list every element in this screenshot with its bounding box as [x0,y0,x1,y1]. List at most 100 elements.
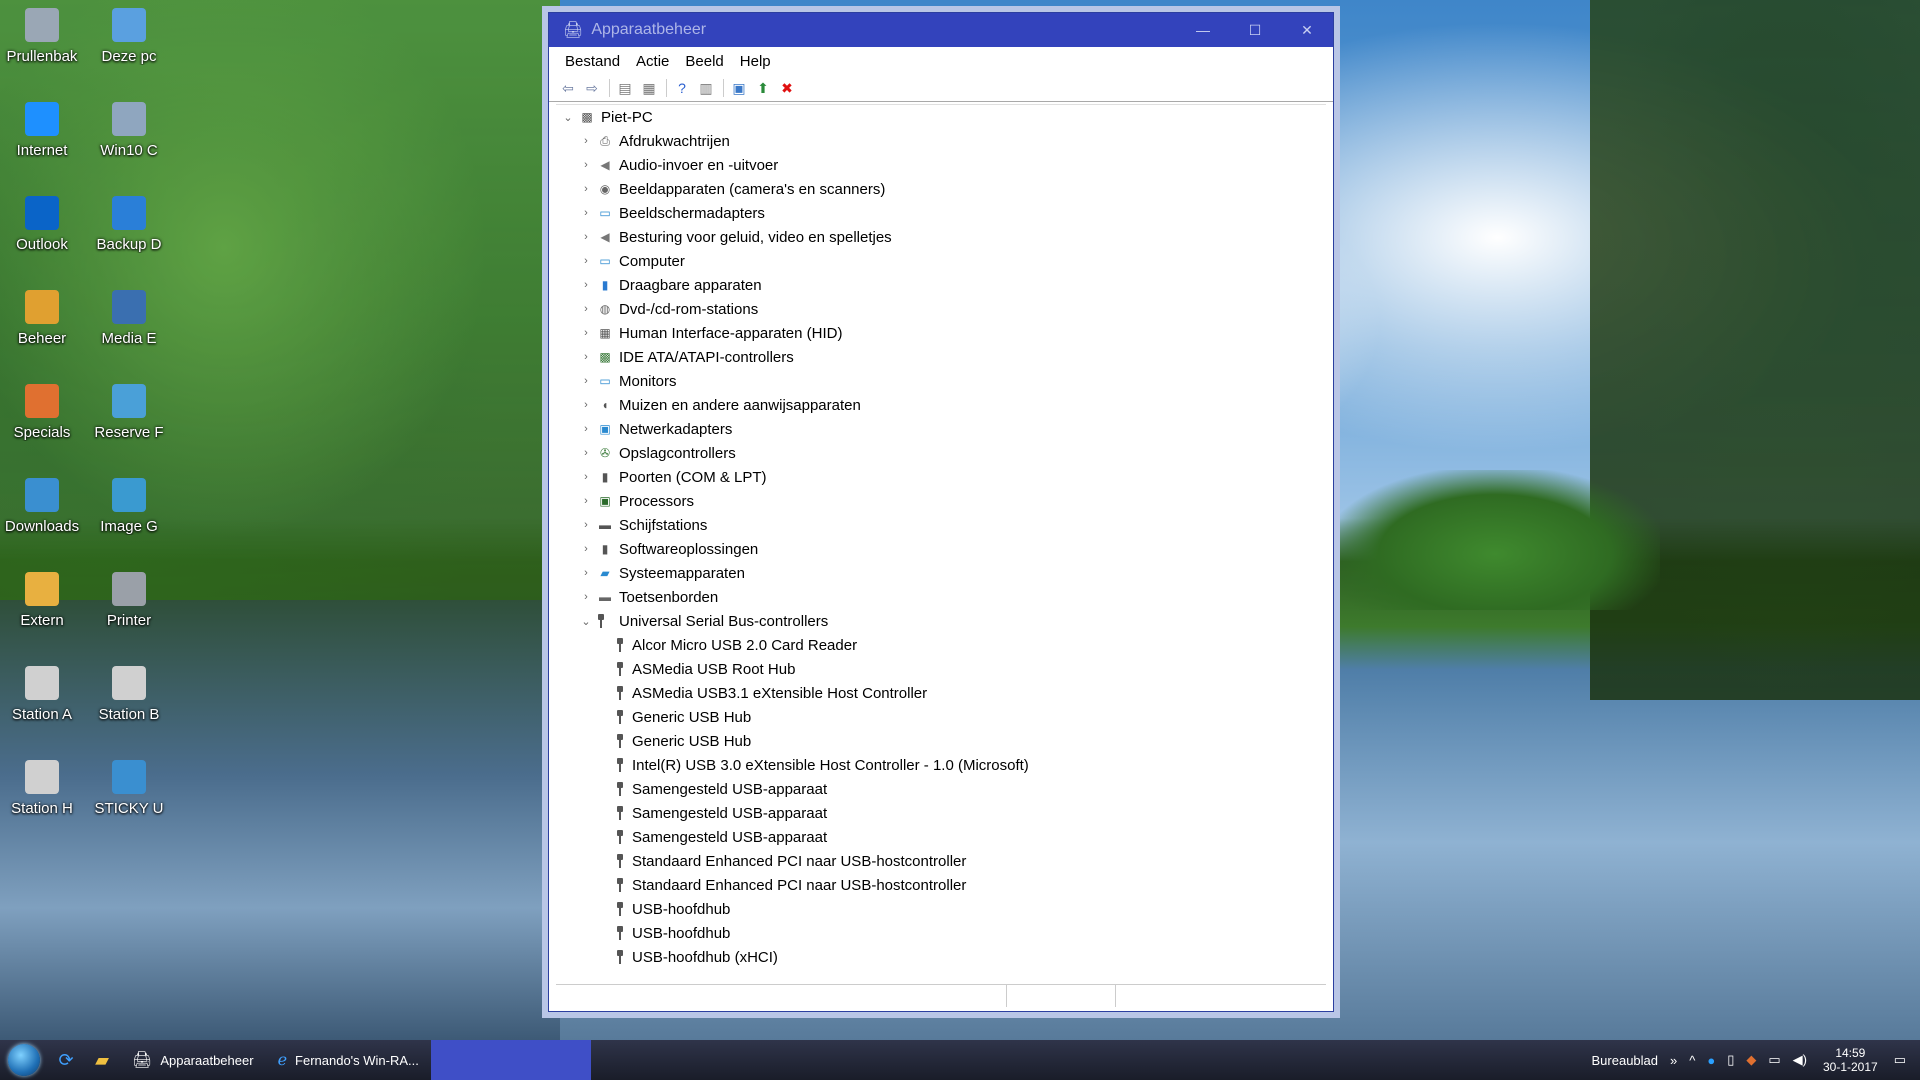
menu-help[interactable]: Help [732,53,779,70]
expand-arrow-icon[interactable]: › [578,159,594,171]
desktop-icon[interactable]: Extern [0,572,85,629]
tree-device[interactable]: USB-hoofdhub [556,897,1326,921]
tree-device[interactable]: Samengesteld USB-apparaat [556,825,1326,849]
tree-category[interactable]: › ◉ Beeldapparaten (camera's en scanners… [556,177,1326,201]
expand-arrow-icon[interactable]: › [578,447,594,459]
tree-category[interactable]: › ◀ Audio-invoer en -uitvoer [556,153,1326,177]
expand-arrow-icon[interactable]: › [578,207,594,219]
show-hide-tree-icon[interactable]: ▤ [614,78,636,98]
tree-category[interactable]: › ✇ Opslagcontrollers [556,441,1326,465]
desktop-icon[interactable]: Station B [86,666,172,723]
file-explorer-icon[interactable]: ▰ [84,1040,120,1080]
task-device-manager[interactable]: 🖨 Apparaatbeheer [120,1040,266,1080]
expand-arrow-icon[interactable]: › [578,351,594,363]
refresh-icon[interactable]: ⟳ [48,1040,84,1080]
tree-device[interactable]: Standaard Enhanced PCI naar USB-hostcont… [556,849,1326,873]
app-tray-icon[interactable]: ◆ [1746,1052,1756,1068]
desktop-icon[interactable]: Deze pc [86,8,172,65]
tree-category[interactable]: › ◖ Muizen en andere aanwijsapparaten [556,393,1326,417]
view-icon[interactable]: ▥ [695,78,717,98]
expand-arrow-icon[interactable]: › [578,279,594,291]
action-center-icon[interactable]: ▭ [1894,1052,1906,1068]
tree-category[interactable]: › ▣ Netwerkadapters [556,417,1326,441]
tree-category[interactable]: › ▮ Softwareoplossingen [556,537,1326,561]
expand-arrow-icon[interactable]: › [578,471,594,483]
tree-device[interactable]: Samengesteld USB-apparaat [556,801,1326,825]
desktop-icon[interactable]: Reserve F [86,384,172,441]
minimize-button[interactable]: — [1177,13,1229,47]
usb-eject-icon[interactable]: ▯ [1727,1052,1734,1068]
desktop-icon[interactable]: Win10 C [86,102,172,159]
desktop-icon[interactable]: Printer [86,572,172,629]
tree-device[interactable]: Standaard Enhanced PCI naar USB-hostcont… [556,873,1326,897]
expand-arrow-icon[interactable]: › [578,327,594,339]
close-button[interactable]: ✕ [1281,13,1333,47]
help-icon[interactable]: ? [671,78,693,98]
tree-root[interactable]: ⌄ ▩ Piet-PC [556,105,1326,129]
tree-category[interactable]: › ▩ IDE ATA/ATAPI-controllers [556,345,1326,369]
desktop-icon[interactable]: Outlook [0,196,85,253]
tree-category[interactable]: › ▭ Beeldschermadapters [556,201,1326,225]
tree-category[interactable]: › ▮ Draagbare apparaten [556,273,1326,297]
desktop-icon[interactable]: Specials [0,384,85,441]
menu-beeld[interactable]: Beeld [677,53,731,70]
tree-device[interactable]: Intel(R) USB 3.0 eXtensible Host Control… [556,753,1326,777]
tree-category[interactable]: › ▣ Processors [556,489,1326,513]
tree-device[interactable]: USB-hoofdhub (xHCI) [556,945,1326,969]
tree-device[interactable]: Alcor Micro USB 2.0 Card Reader [556,633,1326,657]
tree-device[interactable]: ASMedia USB Root Hub [556,657,1326,681]
update-driver-icon[interactable]: ⬆ [752,78,774,98]
desktop-icon[interactable]: Prullenbak [0,8,85,65]
desktop-icon[interactable]: Internet [0,102,85,159]
expand-arrow-icon[interactable]: › [578,399,594,411]
desktop-icon[interactable]: STICKY U [86,760,172,817]
tree-device[interactable]: Generic USB Hub [556,729,1326,753]
desktop-toolbar-label[interactable]: Bureaublad [1592,1053,1659,1068]
desktop-icon[interactable]: Station H [0,760,85,817]
clock[interactable]: 14:59 30-1-2017 [1823,1046,1878,1074]
start-button[interactable] [0,1040,48,1080]
back-arrow-icon[interactable]: ⇦ [557,78,579,98]
volume-icon[interactable]: ◀) [1793,1052,1807,1068]
desktop-icon[interactable]: Station A [0,666,85,723]
skype-icon[interactable]: ● [1707,1053,1715,1068]
desktop-icon[interactable]: Downloads [0,478,85,535]
menu-actie[interactable]: Actie [628,53,677,70]
tree-category[interactable]: › ▦ Human Interface-apparaten (HID) [556,321,1326,345]
toolbar-chevron-icon[interactable]: » [1670,1053,1677,1068]
collapse-arrow-icon[interactable]: ⌄ [578,615,594,628]
desktop-icon[interactable]: Image G [86,478,172,535]
expand-arrow-icon[interactable]: › [578,375,594,387]
expand-arrow-icon[interactable]: › [578,303,594,315]
expand-arrow-icon[interactable]: › [578,567,594,579]
expand-arrow-icon[interactable]: › [578,231,594,243]
collapse-arrow-icon[interactable]: ⌄ [560,111,576,124]
tree-category[interactable]: › ▭ Computer [556,249,1326,273]
uninstall-icon[interactable]: ✖ [776,78,798,98]
tree-category[interactable]: › ▮ Poorten (COM & LPT) [556,465,1326,489]
expand-arrow-icon[interactable]: › [578,495,594,507]
tree-category[interactable]: › ◍ Dvd-/cd-rom-stations [556,297,1326,321]
title-bar[interactable]: 🖨 Apparaatbeheer — ☐ ✕ [549,13,1333,47]
tree-category[interactable]: › ◀ Besturing voor geluid, video en spel… [556,225,1326,249]
tree-category[interactable]: › ▭ Monitors [556,369,1326,393]
tree-device[interactable]: ASMedia USB3.1 eXtensible Host Controlle… [556,681,1326,705]
task-internet-explorer[interactable]: ℯ Fernando's Win-RA... [266,1040,431,1080]
desktop-icon[interactable]: Media E [86,290,172,347]
tree-category[interactable]: › ▬ Toetsenborden [556,585,1326,609]
scan-hardware-icon[interactable]: ▣ [728,78,750,98]
menu-bestand[interactable]: Bestand [557,53,628,70]
tree-device[interactable]: Samengesteld USB-apparaat [556,777,1326,801]
forward-arrow-icon[interactable]: ⇨ [581,78,603,98]
expand-arrow-icon[interactable]: › [578,543,594,555]
tree-category[interactable]: › ▬ Schijfstations [556,513,1326,537]
network-icon[interactable]: ▭ [1768,1052,1780,1068]
expand-arrow-icon[interactable]: › [578,183,594,195]
expand-arrow-icon[interactable]: › [578,519,594,531]
show-hidden-icons-button[interactable]: ^ [1689,1053,1695,1068]
tree-device[interactable]: Generic USB Hub [556,705,1326,729]
expand-arrow-icon[interactable]: › [578,135,594,147]
tree-category-usb[interactable]: ⌄ Universal Serial Bus-controllers [556,609,1326,633]
expand-arrow-icon[interactable]: › [578,255,594,267]
tree-category[interactable]: › ⎙ Afdrukwachtrijen [556,129,1326,153]
